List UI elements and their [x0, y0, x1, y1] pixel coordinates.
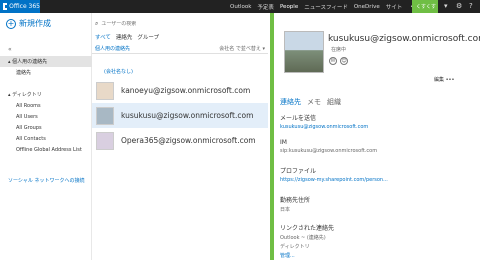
- contact-name: kanoeyu@zigsow.onmicrosoft.com: [121, 86, 251, 95]
- brand-label: Office 365: [9, 3, 40, 10]
- contact-detail-pane: kusukusu@zigsow.onmicrosoft.com 在席中 ✉ ☺ …: [270, 13, 480, 260]
- office-logo-icon: [3, 3, 9, 10]
- nav-calendar[interactable]: 予定表: [257, 3, 274, 11]
- field-im: IM sip:kusukusu@zigsow.onmicrosoft.com: [280, 139, 475, 154]
- tree-item-directory[interactable]: ▴ ディレクトリ: [0, 89, 92, 100]
- linked-directory: ディレクトリ: [280, 244, 310, 250]
- email-link[interactable]: kusukusu@zigsow.onmicrosoft.com: [280, 124, 475, 130]
- list-item[interactable]: Opera365@zigsow.onmicrosoft.com: [92, 128, 268, 153]
- folder-tree: ▴ 個人用の連絡先 連絡先 ▴ ディレクトリ All Rooms All Use…: [0, 56, 92, 155]
- avatar: [96, 106, 114, 125]
- plus-circle-icon: +: [6, 18, 16, 29]
- tree-item-all-users[interactable]: All Users: [0, 111, 92, 122]
- tab-organization[interactable]: 組織: [327, 97, 341, 107]
- avatar: [96, 81, 114, 100]
- user-name: くすくす: [416, 4, 437, 10]
- field-work-address: 勤務先住所 日本: [280, 195, 475, 213]
- search-icon[interactable]: ⌕: [95, 20, 98, 28]
- field-label: IM: [280, 139, 287, 146]
- filter-tabs: すべて 連絡先 グループ: [95, 33, 159, 41]
- gear-icon[interactable]: ⚙: [456, 2, 462, 10]
- new-contact-label: 新規作成: [19, 19, 51, 28]
- detail-header: kusukusu@zigsow.onmicrosoft.com 在席中 ✉ ☺ …: [274, 31, 480, 83]
- collapse-pane-button[interactable]: «: [8, 46, 12, 53]
- filter-groups[interactable]: グループ: [137, 33, 159, 41]
- field-label: リンクされた連絡先: [280, 225, 335, 232]
- sort-dropdown[interactable]: 会社名 で並べ替え ▾: [219, 45, 265, 52]
- field-email: メールを送信 kusukusu@zigsow.onmicrosoft.com: [280, 113, 475, 130]
- tree-item-offline-gal[interactable]: Offline Global Address List: [0, 144, 92, 155]
- field-linked-contacts: リンクされた連絡先 Outlook ~ (連絡先) ディレクトリ 管理...: [280, 223, 475, 259]
- tab-contact[interactable]: 連絡先: [280, 97, 301, 107]
- tree-item-contacts[interactable]: 連絡先: [0, 67, 92, 78]
- office365-brand[interactable]: Office 365: [0, 0, 40, 13]
- nav-people[interactable]: People: [280, 4, 298, 10]
- social-network-link[interactable]: ソーシャル ネットワークへの接続: [8, 177, 85, 184]
- search-box[interactable]: ⌕: [95, 19, 245, 29]
- filter-contacts[interactable]: 連絡先: [116, 33, 133, 41]
- filter-all[interactable]: すべて: [95, 33, 111, 41]
- linked-outlook: Outlook ~ (連絡先): [280, 235, 326, 241]
- contact-photo: [284, 31, 324, 73]
- group-header: (会社名なし): [104, 69, 133, 75]
- user-menu-button[interactable]: くすくす: [412, 0, 438, 13]
- app-nav: Outlook 予定表 People ニュースフィード OneDrive サイト…: [230, 3, 420, 11]
- contact-name: kusukusu@zigsow.onmicrosoft.com: [121, 111, 254, 120]
- address-value: 日本: [280, 207, 291, 213]
- nav-newsfeed[interactable]: ニュースフィード: [304, 3, 348, 11]
- nav-outlook[interactable]: Outlook: [230, 4, 251, 10]
- list-header: 個人用の連絡先 会社名 で並べ替え ▾: [95, 45, 265, 52]
- tree-item-all-rooms[interactable]: All Rooms: [0, 100, 92, 111]
- presence-status: 在席中: [331, 47, 347, 53]
- contact-name: Opera365@zigsow.onmicrosoft.com: [121, 136, 256, 145]
- contact-list-pane: ⌕ すべて 連絡先 グループ 個人用の連絡先 会社名 で並べ替え ▾ (会社名な…: [92, 13, 268, 260]
- list-title: 個人用の連絡先: [95, 46, 131, 52]
- nav-sites[interactable]: サイト: [386, 3, 403, 11]
- search-input[interactable]: [101, 21, 222, 27]
- avatar: [96, 131, 114, 150]
- field-profile: プロファイル https://zigsow-my.sharepoint.com/…: [280, 166, 475, 183]
- chat-icon[interactable]: ☺: [340, 57, 348, 65]
- tab-notes[interactable]: メモ: [307, 97, 321, 107]
- new-contact-button[interactable]: + 新規作成: [6, 18, 51, 29]
- edit-button[interactable]: 編集 •••: [434, 76, 454, 83]
- mail-icon[interactable]: ✉: [329, 57, 337, 65]
- quick-actions: ✉ ☺: [329, 57, 348, 65]
- tree-item-all-groups[interactable]: All Groups: [0, 122, 92, 133]
- tree-item-personal-contacts[interactable]: ▴ 個人用の連絡先: [0, 56, 92, 67]
- list-item[interactable]: kanoeyu@zigsow.onmicrosoft.com: [92, 78, 268, 103]
- help-icon[interactable]: ?: [469, 2, 473, 10]
- field-label: 勤務先住所: [280, 197, 311, 204]
- user-dropdown-icon[interactable]: ▾: [444, 2, 448, 10]
- detail-tabs: 連絡先 メモ 組織: [280, 97, 341, 107]
- field-label: メールを送信: [280, 115, 317, 122]
- nav-onedrive[interactable]: OneDrive: [354, 4, 380, 10]
- divider: [92, 53, 268, 54]
- list-item[interactable]: kusukusu@zigsow.onmicrosoft.com: [92, 103, 268, 128]
- profile-link[interactable]: https://zigsow-my.sharepoint.com/person.…: [280, 177, 475, 183]
- manage-link[interactable]: 管理...: [280, 252, 475, 259]
- field-label: プロファイル: [280, 168, 317, 175]
- detail-name: kusukusu@zigsow.onmicrosoft.com: [328, 34, 480, 44]
- top-navigation-bar: Office 365 Outlook 予定表 People ニュースフィード O…: [0, 0, 480, 13]
- im-value: sip:kusukusu@zigsow.onmicrosoft.com: [280, 148, 378, 154]
- tree-item-all-contacts[interactable]: All Contacts: [0, 133, 92, 144]
